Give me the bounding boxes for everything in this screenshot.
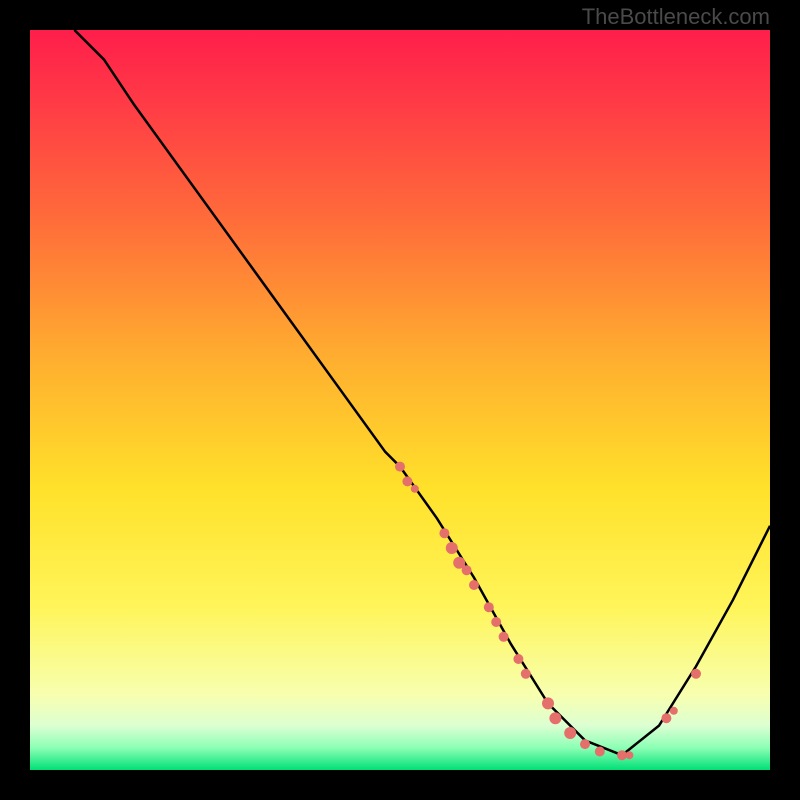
data-dot xyxy=(462,565,472,575)
data-dot xyxy=(542,697,554,709)
data-dot xyxy=(491,617,501,627)
main-curve xyxy=(74,30,770,755)
data-dot xyxy=(411,485,419,493)
data-dot xyxy=(691,669,701,679)
data-dot xyxy=(499,632,509,642)
data-dot xyxy=(595,747,605,757)
watermark-text: TheBottleneck.com xyxy=(582,4,770,30)
data-dot xyxy=(625,751,633,759)
chart-svg xyxy=(30,30,770,770)
data-dot xyxy=(580,739,590,749)
data-dot xyxy=(521,669,531,679)
data-dot xyxy=(564,727,576,739)
scatter-dots xyxy=(395,462,701,761)
data-dot xyxy=(484,602,494,612)
data-dot xyxy=(661,713,671,723)
data-dot xyxy=(395,462,405,472)
data-dot xyxy=(513,654,523,664)
plot-area xyxy=(30,30,770,770)
data-dot xyxy=(402,476,412,486)
data-dot xyxy=(670,707,678,715)
data-dot xyxy=(549,712,561,724)
chart-container: TheBottleneck.com xyxy=(0,0,800,800)
data-dot xyxy=(439,528,449,538)
data-dot xyxy=(469,580,479,590)
data-dot xyxy=(446,542,458,554)
